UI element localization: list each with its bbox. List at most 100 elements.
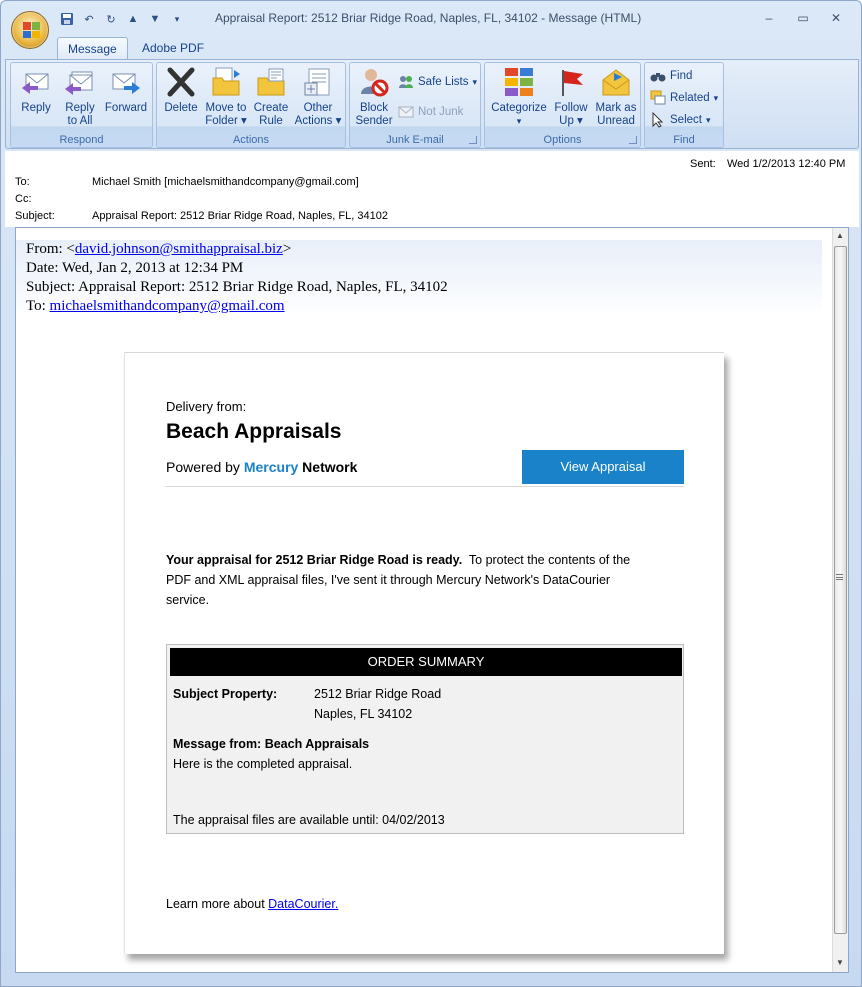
related-button[interactable]: Related ▾: [650, 89, 718, 107]
forwarded-from: From: <david.johnson@smithappraisal.biz>: [26, 241, 292, 257]
related-messages-icon: [650, 90, 666, 106]
group-respond: Reply Reply to All Forward Respond: [10, 62, 153, 148]
follow-up-button[interactable]: Follow Up ▾: [551, 66, 591, 128]
subject-label: Subject:: [15, 210, 55, 222]
subject-value: Appraisal Report: 2512 Briar Ridge Road,…: [92, 210, 388, 222]
scroll-up-arrow-icon[interactable]: ▲: [836, 231, 844, 240]
scroll-down-arrow-icon[interactable]: ▼: [836, 958, 844, 967]
reply-button[interactable]: Reply: [15, 66, 57, 115]
message-body: From: <david.johnson@smithappraisal.biz>…: [15, 227, 849, 973]
group-label: Respond: [59, 134, 104, 146]
undo-icon[interactable]: ↶: [81, 11, 97, 27]
forwarded-subject: Subject: Appraisal Report: 2512 Briar Ri…: [26, 279, 448, 295]
delivery-from-label: Delivery from:: [166, 399, 247, 414]
minimize-button[interactable]: –: [756, 9, 782, 27]
order-summary: ORDER SUMMARY Subject Property: 2512 Bri…: [166, 644, 684, 834]
mercury-brand: Mercury: [243, 459, 299, 475]
to-label: To:: [15, 176, 30, 188]
intro-paragraph: Your appraisal for 2512 Briar Ridge Road…: [166, 553, 631, 607]
dialog-launcher-icon[interactable]: [469, 136, 477, 144]
learn-more: Learn more about DataCourier.: [166, 897, 339, 911]
tab-message[interactable]: Message: [57, 37, 128, 60]
delete-button[interactable]: Delete: [161, 66, 201, 115]
powered-by: Powered by Mercury Network: [166, 459, 358, 475]
property-address-line1: 2512 Briar Ridge Road: [314, 687, 442, 701]
scrollbar-thumb[interactable]: [834, 246, 847, 934]
sent-value: Wed 1/2/2013 12:40 PM: [727, 158, 846, 170]
previous-item-icon[interactable]: ▲: [125, 11, 141, 27]
block-sender-button[interactable]: Block Sender: [354, 66, 394, 128]
divider: [165, 486, 683, 487]
order-summary-header: ORDER SUMMARY: [170, 648, 682, 676]
reply-all-icon: [64, 66, 96, 98]
maximize-button[interactable]: ▭: [790, 9, 816, 27]
create-rule-button[interactable]: Create Rule: [251, 66, 291, 128]
availability-text: The appraisal files are available until:…: [173, 813, 445, 827]
title-bar: ↶ ↻ ▲ ▼ ▾ Appraisal Report: 2512 Briar R…: [1, 1, 861, 49]
find-button[interactable]: Find: [650, 67, 692, 85]
vertical-scrollbar[interactable]: ▲ ▼: [832, 228, 848, 972]
group-actions: Delete Move to Folder ▾ Create Rule Othe…: [156, 62, 346, 148]
forwarded-date: Date: Wed, Jan 2, 2013 at 12:34 PM: [26, 260, 244, 276]
group-label: Find: [673, 134, 695, 146]
create-rule-icon: [255, 66, 287, 98]
customize-toolbar-icon[interactable]: ▾: [169, 11, 185, 27]
safe-lists-icon: [398, 74, 414, 90]
group-label: Junk E-mail: [386, 134, 444, 146]
binoculars-icon: [650, 68, 666, 84]
sent-label: Sent:: [690, 158, 716, 170]
other-actions-button[interactable]: Other Actions ▾: [293, 66, 343, 128]
next-item-icon[interactable]: ▼: [147, 11, 163, 27]
not-junk-button[interactable]: Not Junk: [398, 103, 463, 121]
categorize-button[interactable]: Categorize ▾: [489, 66, 549, 128]
cursor-arrow-icon: [650, 111, 666, 128]
property-address-line2: Naples, FL 34102: [314, 707, 413, 721]
delete-x-icon: [165, 66, 197, 98]
other-actions-icon: [302, 66, 334, 98]
select-button[interactable]: Select ▾: [650, 111, 711, 129]
tab-adobe-pdf[interactable]: Adobe PDF: [132, 37, 214, 60]
categorize-icon: [503, 66, 535, 98]
group-label: Actions: [232, 134, 270, 146]
not-junk-icon: [398, 104, 414, 120]
scrollbar-grip-icon: [836, 574, 843, 580]
group-label: Options: [543, 134, 582, 146]
block-sender-icon: [358, 66, 390, 98]
mark-as-unread-button[interactable]: Mark as Unread: [593, 66, 639, 128]
ribbon: Reply Reply to All Forward Respond Delet…: [5, 59, 859, 149]
move-to-folder-button[interactable]: Move to Folder ▾: [203, 66, 249, 128]
company-name: Beach Appraisals: [166, 420, 342, 443]
ribbon-tabs: Message Adobe PDF ?: [1, 36, 861, 89]
reply-all-button[interactable]: Reply to All: [59, 66, 101, 128]
delivery-card: Delivery from: Beach Appraisals Powered …: [124, 352, 724, 954]
network-brand: Network: [298, 459, 358, 475]
view-appraisal-button[interactable]: View Appraisal: [522, 450, 684, 484]
outlook-message-window: ↶ ↻ ▲ ▼ ▾ Appraisal Report: 2512 Briar R…: [0, 0, 862, 987]
dialog-launcher-icon[interactable]: [629, 136, 637, 144]
save-icon[interactable]: [59, 11, 75, 27]
message-from-label: Message from: Beach Appraisals: [173, 737, 370, 751]
group-options: Categorize ▾ Follow Up ▾ Mark as Unread …: [484, 62, 641, 148]
forwarded-to: To: michaelsmithandcompany@gmail.com: [26, 298, 285, 314]
reply-icon: [20, 66, 52, 98]
redo-icon[interactable]: ↻: [103, 11, 119, 27]
safe-lists-button[interactable]: Safe Lists ▾: [398, 73, 477, 91]
subject-property-label: Subject Property:: [173, 687, 278, 701]
message-header: Sent: Wed 1/2/2013 12:40 PM To: Michael …: [5, 151, 859, 227]
quick-access-toolbar: ↶ ↻ ▲ ▼ ▾: [59, 11, 185, 27]
forward-button[interactable]: Forward: [103, 66, 149, 115]
to-email-link[interactable]: michaelsmithandcompany@gmail.com: [50, 298, 285, 314]
mark-as-unread-icon: [600, 66, 632, 98]
cc-label: Cc:: [15, 193, 32, 205]
forward-icon: [110, 66, 142, 98]
close-button[interactable]: ✕: [823, 9, 849, 27]
group-junk-email: Block Sender Safe Lists ▾ Not Junk Junk E…: [349, 62, 481, 148]
message-text: Here is the completed appraisal.: [173, 757, 353, 771]
follow-up-flag-icon: [555, 66, 587, 98]
from-email-link[interactable]: david.johnson@smithappraisal.biz: [75, 241, 283, 257]
forwarded-header: From: <david.johnson@smithappraisal.biz>…: [16, 240, 822, 316]
window-title: Appraisal Report: 2512 Briar Ridge Road,…: [215, 11, 642, 25]
datacourier-link[interactable]: DataCourier.: [268, 897, 338, 911]
folder-icon: [210, 66, 242, 98]
to-value[interactable]: Michael Smith [michaelsmithandcompany@gm…: [92, 176, 359, 188]
